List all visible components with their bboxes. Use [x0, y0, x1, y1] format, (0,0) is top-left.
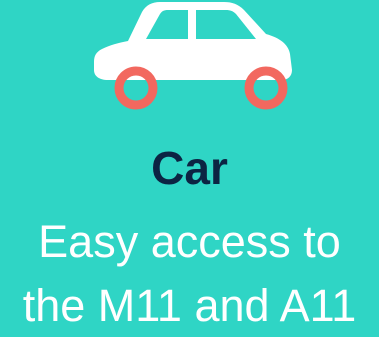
- card-title: Car: [151, 142, 228, 194]
- card-description-line-2: the M11 and A11: [22, 280, 357, 331]
- card-description-line-1: Easy access to: [38, 216, 341, 267]
- feature-card: Car Easy access to the M11 and A11: [0, 0, 379, 337]
- car-icon: [94, 2, 292, 110]
